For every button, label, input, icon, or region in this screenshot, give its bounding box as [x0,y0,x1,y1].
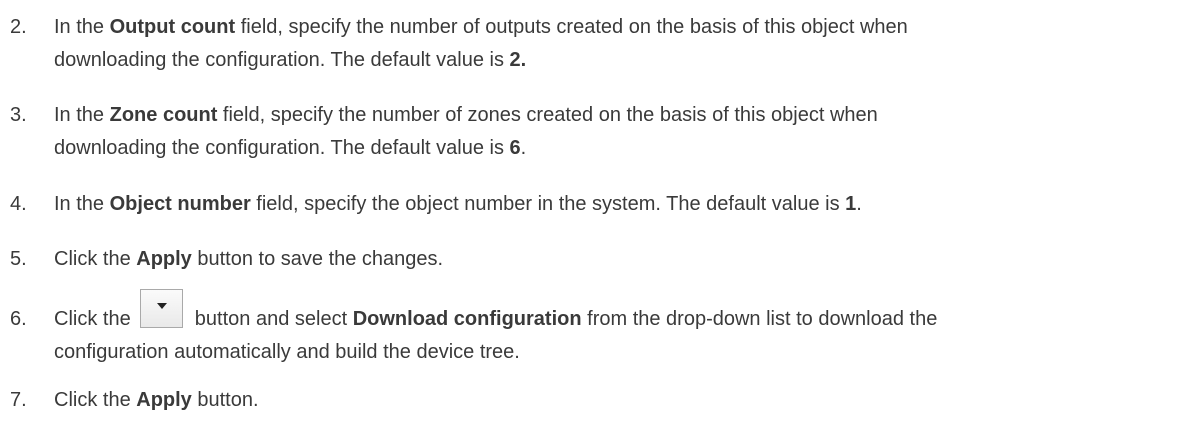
menu-option-name: Download configuration [352,308,582,330]
step-number: 7. [10,389,27,411]
step-text: Click the Apply button to save the chang… [54,243,1200,276]
step-text-middle: field, specify the number of zones creat… [217,104,878,126]
dropdown-arrow-icon [157,303,168,310]
step-text-prefix: In the [54,193,110,215]
step-zone-count: 3. In the Zone count field, specify the … [10,99,1200,165]
step-text: In the Output count field, specify the n… [54,11,1200,77]
step-number: 6. [10,308,27,330]
field-name: Zone count [109,104,218,126]
step-text-middle: button and select [189,308,353,330]
field-name: Object number [109,193,251,215]
default-value: 1 [845,193,857,215]
step-object-number: 4. In the Object number field, specify t… [10,188,1200,221]
step-text-line2: downloading the configuration. The defau… [54,137,510,159]
step-text-prefix: In the [54,104,110,126]
default-value: 2. [509,49,527,71]
step-text-suffix: button. [191,389,259,411]
step-apply-save: 5. Click the Apply button to save the ch… [10,243,1200,276]
step-text-line2: configuration automatically and build th… [54,341,520,363]
step-number: 2. [10,16,27,38]
step-output-count: 2. In the Output count field, specify th… [10,11,1200,77]
default-value: 6 [509,137,521,159]
step-number: 3. [10,104,27,126]
step-text-prefix: Click the [54,308,137,330]
button-name: Apply [136,248,192,270]
step-text-prefix: Click the [54,389,137,411]
step-text: In the Object number field, specify the … [54,188,1200,221]
step-number: 4. [10,193,27,215]
step-download-configuration: 6. Click the button and select Download … [10,289,1200,369]
step-apply: 7. Click the Apply button. [10,384,1200,417]
step-text-suffix: button to save the changes. [191,248,444,270]
step-text: Click the Apply button. [54,384,1200,417]
button-name: Apply [136,389,192,411]
step-text-end: . [520,137,527,159]
step-text: In the Zone count field, specify the num… [54,99,1200,165]
step-text-prefix: In the [54,16,110,38]
step-text-middle: field, specify the object number in the … [250,193,846,215]
step-text-end: . [856,193,862,215]
step-number: 5. [10,248,27,270]
dropdown-menu-button[interactable] [140,289,184,329]
step-text-line2: downloading the configuration. The defau… [54,49,510,71]
step-text-prefix: Click the [54,248,137,270]
step-text-middle: field, specify the number of outputs cre… [235,16,908,38]
step-text-suffix: from the drop-down list to download the [581,308,938,330]
step-text: Click the button and select Download con… [54,289,1200,369]
field-name: Output count [109,16,236,38]
